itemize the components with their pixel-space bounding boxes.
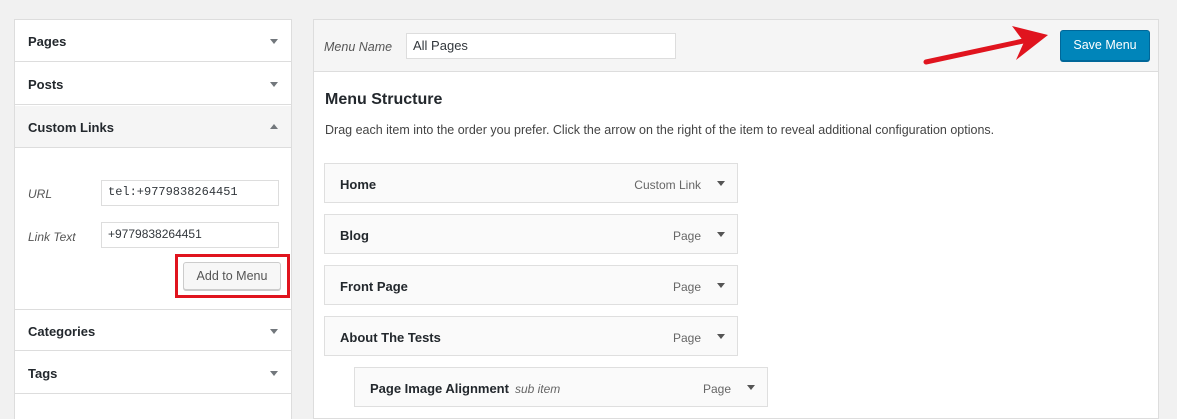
menu-item-title: Home <box>340 177 377 192</box>
menu-item[interactable]: Front Page Page <box>324 265 738 305</box>
accordion-pages[interactable]: Pages <box>15 20 291 62</box>
menu-structure-description: Drag each item into the order you prefer… <box>325 123 995 137</box>
accordion-tags-label: Tags <box>28 366 58 381</box>
menu-item-title: Page Image Alignment sub item <box>370 381 560 396</box>
menu-item-child[interactable]: Page Image Alignment sub item Page <box>354 367 768 407</box>
menu-management-panel: Menu Name All Pages Save Menu Menu Struc… <box>313 19 1159 419</box>
menu-item-type: Page <box>672 229 701 243</box>
menu-item[interactable]: Blog Page <box>324 214 738 254</box>
menu-item-title: Front Page <box>340 279 408 294</box>
chevron-down-icon <box>270 371 278 376</box>
accordion-posts[interactable]: Posts <box>15 63 291 105</box>
accordion-posts-label: Posts <box>28 77 64 92</box>
accordion-tags[interactable]: Tags <box>15 352 291 394</box>
url-label: URL <box>28 187 53 201</box>
chevron-down-icon[interactable] <box>717 232 725 237</box>
highlight-box <box>175 254 290 298</box>
chevron-down-icon[interactable] <box>747 385 755 390</box>
accordion-custom-links[interactable]: Custom Links <box>15 106 291 148</box>
menu-item[interactable]: Home Custom Link <box>324 163 738 203</box>
menu-item-title-text: Page Image Alignment <box>370 381 509 396</box>
url-input[interactable]: tel:+9779838264451 <box>101 180 279 206</box>
menu-item-type: Page <box>702 382 731 396</box>
add-menu-items-accordion: Pages Posts Custom Links URL tel:+977983… <box>14 19 292 419</box>
accordion-pages-label: Pages <box>28 34 67 49</box>
menu-structure-title: Menu Structure <box>325 91 443 108</box>
accordion-custom-links-label: Custom Links <box>28 120 114 135</box>
chevron-up-icon <box>270 124 278 129</box>
link-text-label: Link Text <box>28 230 76 244</box>
menu-name-label: Menu Name <box>324 40 393 54</box>
menu-name-input[interactable]: All Pages <box>406 33 676 59</box>
menu-item-title: About The Tests <box>340 330 441 345</box>
menu-item-type: Custom Link <box>634 178 701 192</box>
save-menu-button[interactable]: Save Menu <box>1060 30 1150 61</box>
annotation-arrow-icon <box>923 26 1048 65</box>
link-text-input[interactable]: +9779838264451 <box>101 222 279 248</box>
menu-item-type: Page <box>672 280 701 294</box>
chevron-down-icon[interactable] <box>717 283 725 288</box>
chevron-down-icon[interactable] <box>717 181 725 186</box>
accordion-categories[interactable]: Categories <box>15 309 291 351</box>
menu-item[interactable]: About The Tests Page <box>324 316 738 356</box>
chevron-down-icon <box>270 82 278 87</box>
chevron-down-icon[interactable] <box>717 334 725 339</box>
sub-item-label: sub item <box>514 382 561 396</box>
chevron-down-icon <box>270 329 278 334</box>
accordion-categories-label: Categories <box>28 324 96 339</box>
menu-item-type: Page <box>672 331 701 345</box>
chevron-down-icon <box>270 39 278 44</box>
menu-item-title: Blog <box>340 228 369 243</box>
